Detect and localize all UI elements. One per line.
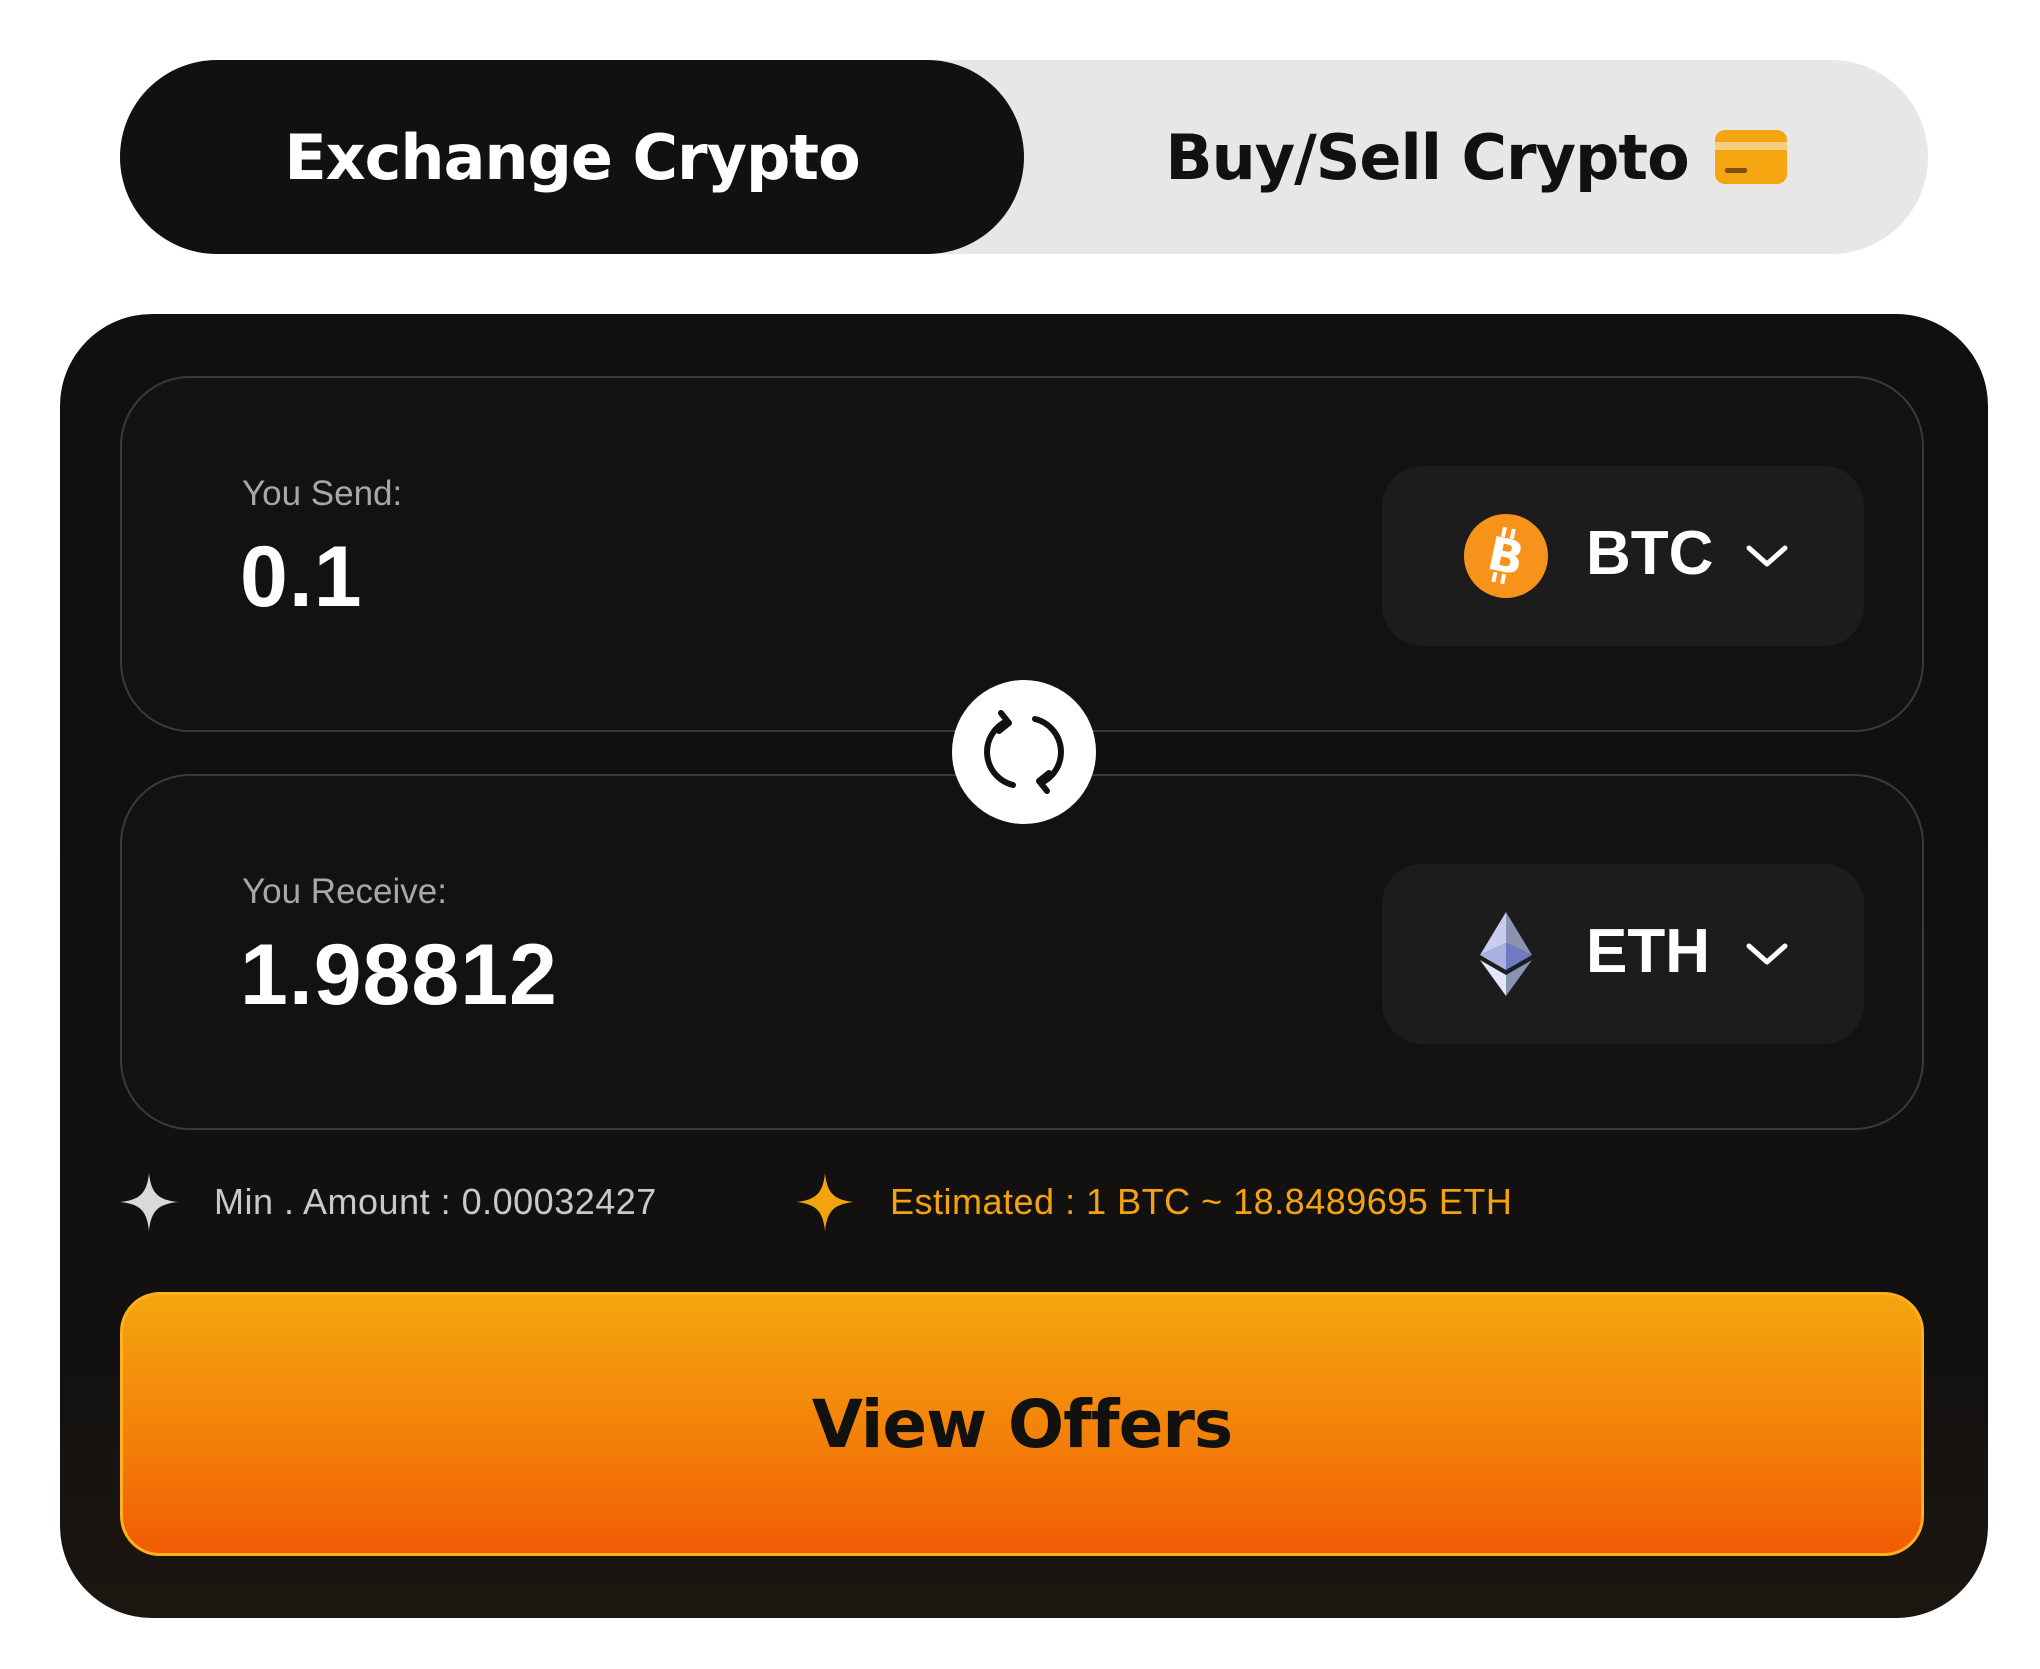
send-amount-input[interactable]: 0.1	[240, 528, 363, 627]
estimated-rate-info: Estimated : 1 BTC ~ 18.8489695 ETH	[796, 1170, 1512, 1234]
chevron-down-icon	[1746, 943, 1788, 965]
receive-panel: You Receive: 1.98812 ETH	[120, 774, 1924, 1130]
min-amount-info: Min . Amount : 0.00032427	[120, 1170, 657, 1234]
receive-currency-select[interactable]: ETH	[1382, 864, 1864, 1044]
receive-amount-output: 1.98812	[240, 927, 558, 1023]
send-currency-select[interactable]: B BTC	[1382, 466, 1864, 646]
view-offers-button[interactable]: View Offers	[120, 1292, 1924, 1556]
estimated-rate-text: Estimated : 1 BTC ~ 18.8489695 ETH	[890, 1181, 1513, 1222]
tab-buy-sell-crypto[interactable]: Buy/Sell Crypto	[1024, 60, 1928, 254]
receive-label: You Receive:	[242, 872, 447, 911]
send-currency-code: BTC	[1586, 519, 1714, 588]
view-offers-label: View Offers	[811, 1385, 1233, 1463]
send-label: You Send:	[242, 474, 403, 513]
tab-exchange-label: Exchange Crypto	[284, 120, 860, 194]
mode-tabs: Exchange Crypto Buy/Sell Crypto	[120, 60, 1928, 254]
sparkle-icon	[120, 1173, 178, 1231]
credit-card-icon	[1714, 130, 1787, 184]
tab-buy-sell-label: Buy/Sell Crypto	[1165, 120, 1689, 194]
tab-exchange-crypto[interactable]: Exchange Crypto	[120, 60, 1024, 254]
chevron-down-icon	[1746, 545, 1788, 567]
send-panel: You Send: 0.1 B BTC	[120, 376, 1924, 732]
exchange-card: You Send: 0.1 B BTC You Receive: 1.98812	[60, 314, 1988, 1618]
receive-currency-code: ETH	[1586, 917, 1710, 986]
bitcoin-icon: B	[1464, 514, 1548, 598]
min-amount-text: Min . Amount : 0.00032427	[214, 1181, 657, 1222]
swap-currencies-button[interactable]	[952, 680, 1096, 824]
sparkle-icon	[796, 1173, 854, 1231]
ethereum-icon	[1480, 912, 1532, 996]
swap-arrows-icon	[984, 710, 1064, 794]
